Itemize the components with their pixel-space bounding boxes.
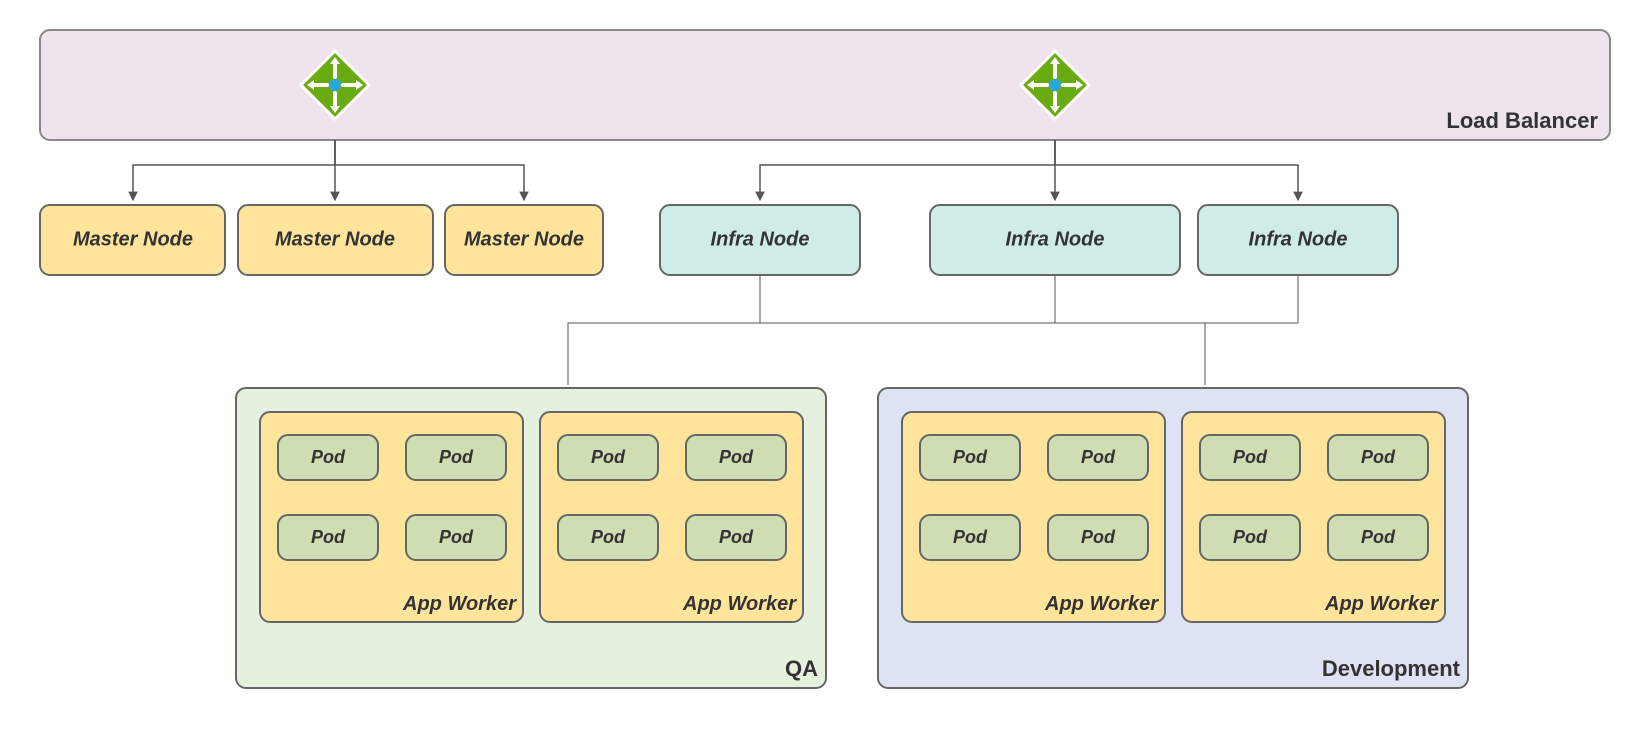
svg-text:Pod: Pod xyxy=(591,447,626,467)
svg-text:Pod: Pod xyxy=(953,527,988,547)
infra-node-label: Infra Node xyxy=(711,228,810,250)
infra-node-label: Infra Node xyxy=(1249,228,1348,250)
load-balancer-label: Load Balancer xyxy=(1446,108,1598,133)
master-node-label: Master Node xyxy=(464,228,584,250)
app-worker: App Worker Pod Pod Pod Pod xyxy=(540,412,803,622)
svg-text:Pod: Pod xyxy=(1361,447,1396,467)
svg-text:Pod: Pod xyxy=(1233,447,1268,467)
env-qa-label: QA xyxy=(785,656,818,681)
svg-text:Pod: Pod xyxy=(1233,527,1268,547)
svg-text:Pod: Pod xyxy=(1081,447,1116,467)
svg-text:Pod: Pod xyxy=(311,527,346,547)
app-worker: App Worker Pod Pod Pod Pod xyxy=(260,412,523,622)
svg-text:Pod: Pod xyxy=(953,447,988,467)
svg-text:Pod: Pod xyxy=(719,447,754,467)
svg-text:Pod: Pod xyxy=(311,447,346,467)
svg-text:Pod: Pod xyxy=(439,527,474,547)
svg-text:Pod: Pod xyxy=(719,527,754,547)
load-balancer xyxy=(40,30,1610,140)
master-node-label: Master Node xyxy=(275,228,395,250)
app-worker-label: App Worker xyxy=(1324,593,1439,615)
app-worker: App Worker Pod Pod Pod Pod xyxy=(902,412,1165,622)
svg-text:Pod: Pod xyxy=(439,447,474,467)
svg-text:Pod: Pod xyxy=(1361,527,1396,547)
master-node-label: Master Node xyxy=(73,228,193,250)
svg-text:Pod: Pod xyxy=(1081,527,1116,547)
app-worker-label: App Worker xyxy=(1044,593,1159,615)
app-worker-label: App Worker xyxy=(402,593,517,615)
app-worker: App Worker Pod Pod Pod Pod xyxy=(1182,412,1445,622)
infra-node-label: Infra Node xyxy=(1006,228,1105,250)
svg-text:Pod: Pod xyxy=(591,527,626,547)
env-dev-label: Development xyxy=(1322,656,1461,681)
architecture-diagram: Load Balancer Master Node Master Node Ma… xyxy=(0,0,1650,756)
app-worker-label: App Worker xyxy=(682,593,797,615)
